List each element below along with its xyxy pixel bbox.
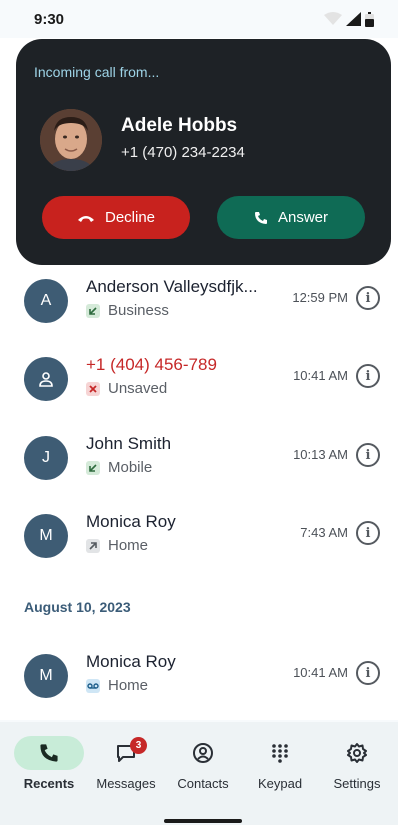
wifi-icon: [324, 12, 342, 25]
contact-avatar: M: [24, 654, 68, 698]
battery-icon: [365, 11, 374, 27]
call-log-row[interactable]: J John Smith Mobile 10:13 AM i: [0, 418, 398, 496]
nav-keypad-pill: [245, 736, 315, 770]
nav-keypad-label: Keypad: [257, 776, 303, 791]
caller-name: Adele Hobbs: [121, 115, 238, 136]
call-log-row[interactable]: A Anderson Valleysdfjk... Business 12:59…: [0, 261, 398, 339]
info-icon[interactable]: i: [356, 364, 380, 388]
contact-name: Monica Roy: [86, 652, 176, 671]
contact-name: +1 (404) 456-789: [86, 355, 217, 374]
date-section-header: August 10, 2023: [24, 599, 131, 615]
call-log-row[interactable]: M Monica Roy Home 7:43 AM i: [0, 496, 398, 574]
nav-contacts-label: Contacts: [177, 776, 229, 791]
call-time: 12:59 PM: [292, 290, 348, 305]
call-subtitle: Home: [86, 677, 148, 694]
contact-name: John Smith: [86, 434, 172, 453]
nav-messages[interactable]: 3 Messages: [88, 736, 164, 791]
call-subtitle: Home: [86, 537, 148, 554]
nav-recents[interactable]: Recents: [11, 736, 87, 791]
info-icon[interactable]: i: [356, 661, 380, 685]
decline-label: Decline: [104, 209, 156, 226]
call-subtitle: Business: [86, 302, 169, 319]
caller-avatar-photo: [40, 109, 102, 171]
phone-icon: [254, 211, 267, 224]
call-time: 10:41 AM: [293, 368, 348, 383]
contact-avatar: J: [24, 436, 68, 480]
nav-contacts-pill: [168, 736, 238, 770]
contact-avatar: A: [24, 279, 68, 323]
contacts-icon: [193, 743, 213, 763]
nav-settings-label: Settings: [333, 776, 381, 791]
contact-avatar: [24, 357, 68, 401]
phone-type: Unsaved: [108, 380, 168, 397]
call-time: 10:13 AM: [293, 447, 348, 462]
contact-avatar: M: [24, 514, 68, 558]
call-log-row[interactable]: M Monica Roy Home 10:41 AM i: [0, 636, 398, 714]
incoming-call-icon: [86, 460, 100, 475]
info-icon[interactable]: i: [356, 286, 380, 310]
caller-number: +1 (470) 234-2234: [121, 144, 245, 161]
voicemail-icon: [86, 678, 100, 693]
phone-type: Home: [108, 677, 149, 694]
answer-button[interactable]: Answer: [217, 196, 365, 239]
decline-button[interactable]: Decline: [42, 196, 190, 239]
info-icon[interactable]: i: [356, 521, 380, 545]
nav-settings[interactable]: Settings: [319, 736, 395, 791]
call-subtitle: Unsaved: [86, 380, 167, 397]
bottom-navigation: Recents 3 Messages Contacts Keypad Setti…: [0, 722, 398, 825]
contact-name: Monica Roy: [86, 512, 176, 531]
answer-label: Answer: [277, 209, 329, 226]
messages-badge: 3: [130, 737, 147, 754]
status-icons: [324, 11, 374, 27]
status-time: 9:30: [34, 10, 65, 28]
outgoing-call-icon: [86, 538, 100, 553]
incoming-call-title: Incoming call from...: [34, 64, 160, 80]
call-subtitle: Mobile: [86, 459, 152, 476]
contact-name: Anderson Valleysdfjk...: [86, 277, 258, 296]
phone-icon: [40, 744, 58, 762]
nav-recents-label: Recents: [23, 776, 75, 791]
incoming-call-icon: [86, 303, 100, 318]
phone-type: Business: [108, 302, 169, 319]
nav-recents-pill: [14, 736, 84, 770]
call-log-row[interactable]: +1 (404) 456-789 Unsaved 10:41 AM i: [0, 339, 398, 417]
nav-messages-pill: 3: [91, 736, 161, 770]
status-bar: 9:30: [0, 0, 398, 38]
incoming-call-card: Incoming call from... Adele Hobbs +1 (47…: [16, 39, 391, 265]
missed-call-icon: [86, 381, 100, 396]
hang-up-icon: [77, 215, 94, 222]
phone-type: Mobile: [108, 459, 153, 476]
nav-settings-pill: [322, 736, 392, 770]
person-icon: [39, 372, 53, 387]
info-icon[interactable]: i: [356, 443, 380, 467]
nav-messages-label: Messages: [96, 776, 156, 791]
dialpad-icon: [272, 744, 288, 763]
call-time: 7:43 AM: [300, 525, 348, 540]
signal-icon: [346, 12, 361, 26]
call-time: 10:41 AM: [293, 665, 348, 680]
nav-contacts[interactable]: Contacts: [165, 736, 241, 791]
nav-keypad[interactable]: Keypad: [242, 736, 318, 791]
phone-type: Home: [108, 537, 149, 554]
home-indicator[interactable]: [164, 819, 242, 823]
gear-icon: [347, 743, 367, 763]
